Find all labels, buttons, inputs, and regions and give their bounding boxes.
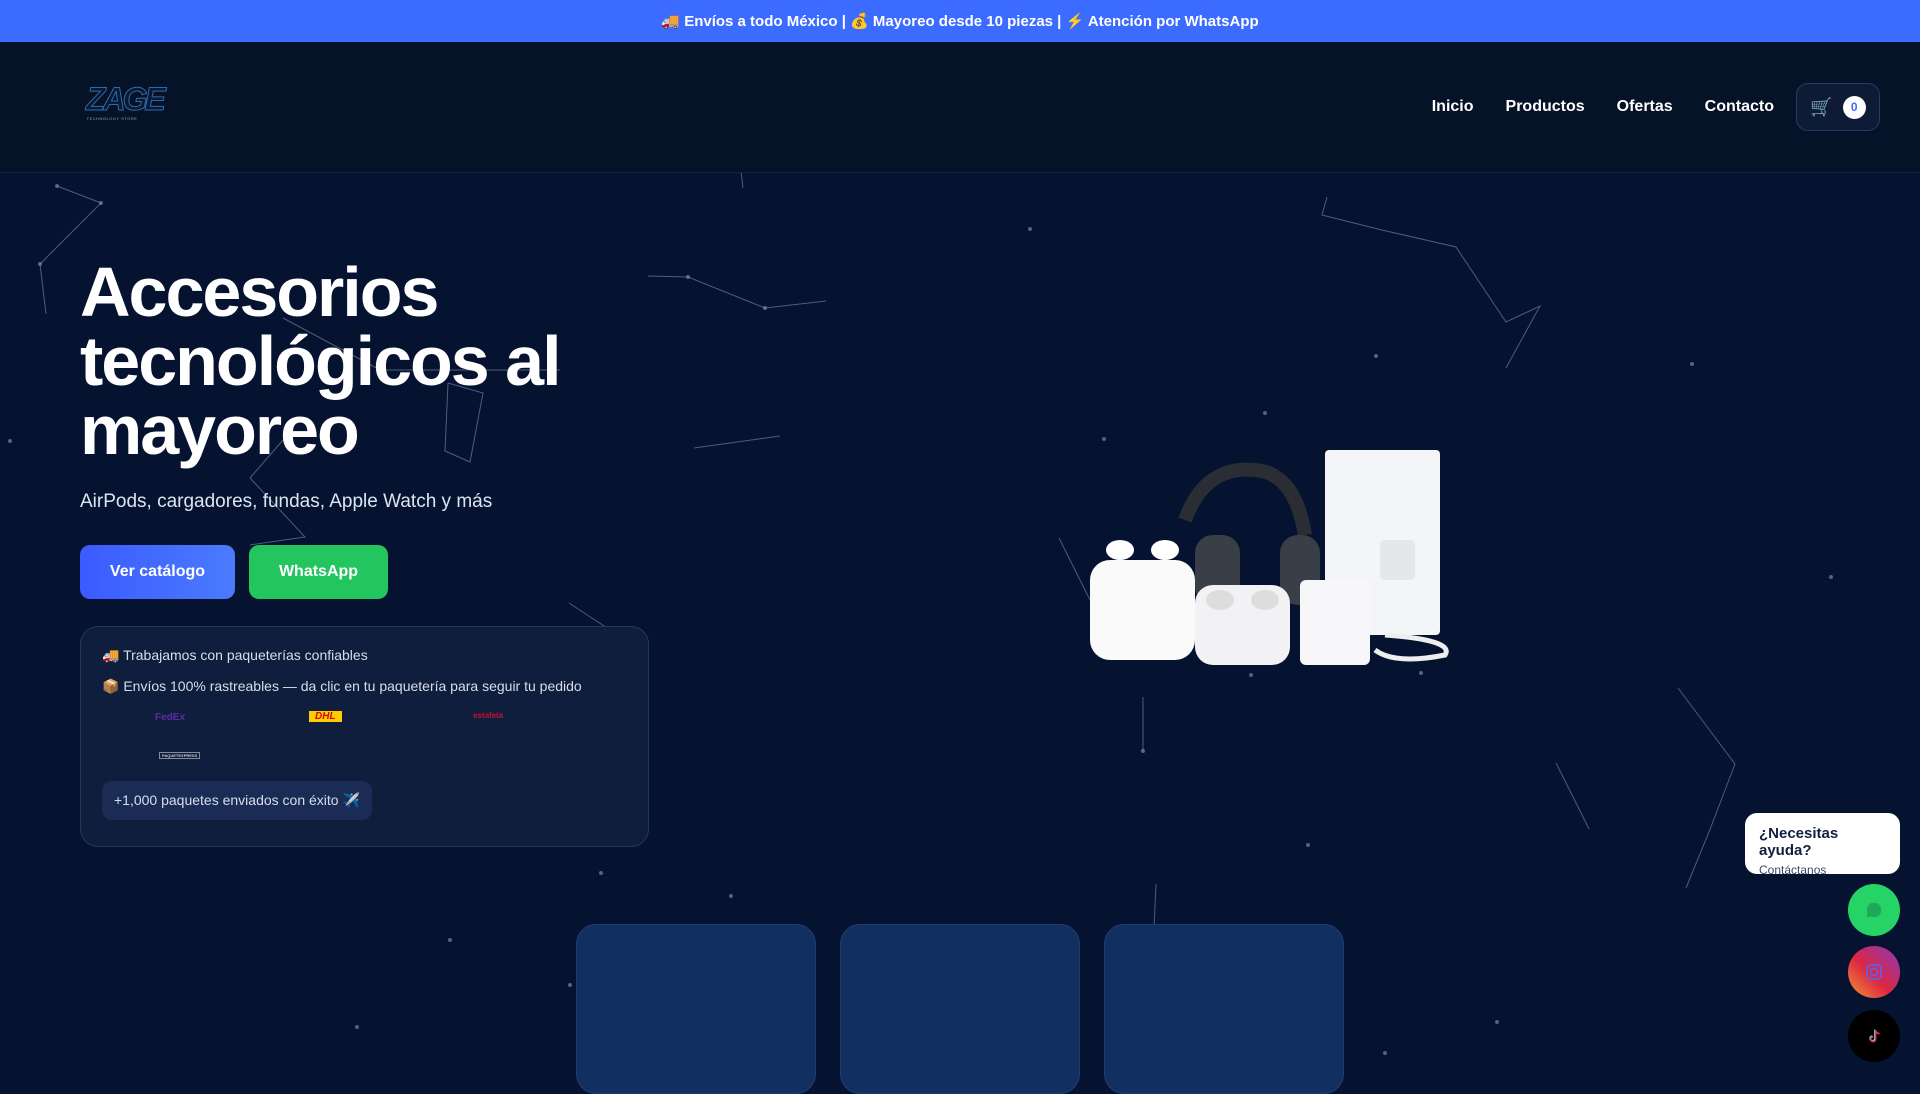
shipping-line-tracking: 📦 Envíos 100% rastreables — da clic en t… [102, 678, 582, 694]
shipping-line-trusted: 🚚 Trabajamos con paqueterías confiables [102, 647, 368, 663]
hero: Accesorios tecnológicos al mayoreo [80, 253, 640, 469]
cart-icon: 🛒 [1810, 96, 1833, 117]
carrier-estafeta[interactable]: estafeta [473, 711, 503, 720]
nav-contacto[interactable]: Contacto [1705, 98, 1774, 116]
cart-button[interactable]: 🛒 0 [1796, 83, 1880, 131]
shipped-count-badge: +1,000 paquetes enviados con éxito ✈️ [102, 781, 372, 820]
carrier-paquetexpress[interactable]: PAQUETEXPRESS [159, 752, 201, 759]
site-header: ZAGE TECHNOLOGY STORE Inicio Productos O… [0, 42, 1920, 173]
carrier-dhl[interactable]: DHL [309, 711, 342, 722]
tiktok-fab[interactable] [1848, 1010, 1900, 1062]
instagram-fab[interactable] [1848, 946, 1900, 998]
carrier-fedex[interactable]: FedEx [155, 712, 185, 723]
product-card[interactable] [1104, 924, 1344, 1094]
whatsapp-icon [1866, 902, 1882, 918]
shipping-card: 🚚 Trabajamos con paqueterías confiables … [80, 626, 649, 847]
product-card[interactable] [576, 924, 816, 1094]
whatsapp-button[interactable]: WhatsApp [249, 545, 388, 599]
view-catalog-button[interactable]: Ver catálogo [80, 545, 235, 599]
nav-inicio[interactable]: Inicio [1432, 98, 1474, 116]
hero-title: Accesorios tecnológicos al mayoreo [80, 253, 562, 469]
product-card[interactable] [840, 924, 1080, 1094]
help-subtitle: Contáctanos [1759, 863, 1827, 877]
help-bubble[interactable]: ¿Necesitas ayuda? Contáctanos [1745, 813, 1900, 877]
cart-count-badge: 0 [1842, 95, 1866, 119]
instagram-icon [1865, 963, 1883, 981]
main-nav: Inicio Productos Ofertas Contacto [1432, 98, 1774, 116]
nav-productos[interactable]: Productos [1506, 98, 1585, 116]
hero-subtitle: AirPods, cargadores, fundas, Apple Watch… [80, 491, 493, 512]
help-title: ¿Necesitas ayuda? [1759, 825, 1839, 859]
tiktok-icon [1869, 1029, 1880, 1043]
logo[interactable]: ZAGE TECHNOLOGY STORE [86, 82, 167, 124]
nav-ofertas[interactable]: Ofertas [1617, 98, 1673, 116]
product-image [1090, 450, 1449, 665]
whatsapp-fab[interactable] [1848, 884, 1900, 936]
announcement-bar: 🚚 Envíos a todo México | 💰 Mayoreo desde… [0, 0, 1920, 42]
